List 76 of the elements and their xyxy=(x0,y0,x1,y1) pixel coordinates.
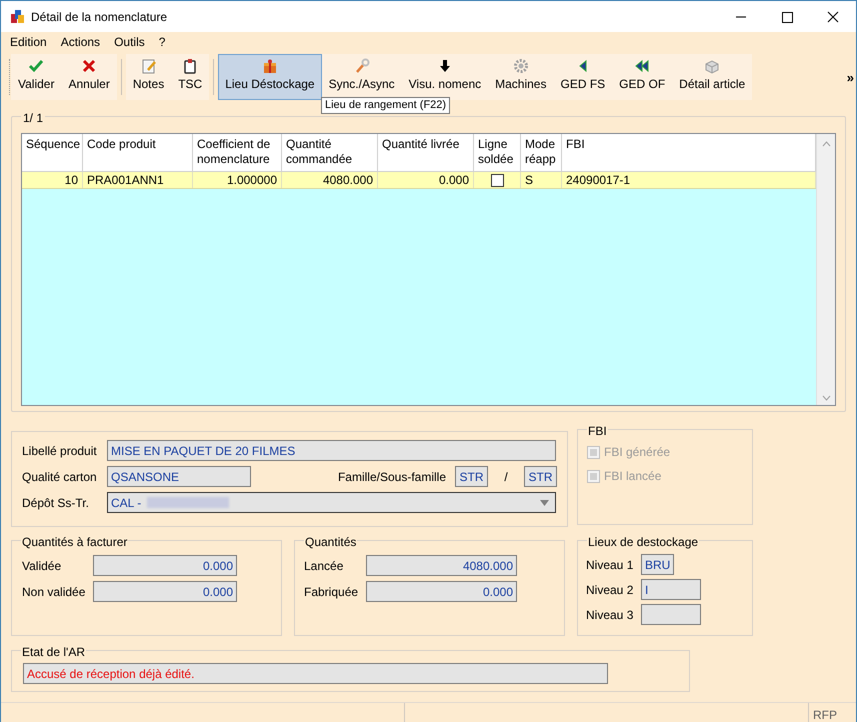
dropdown-arrow-icon xyxy=(540,500,549,506)
field-label: Fabriquée xyxy=(304,584,360,600)
input-field[interactable]: MISE EN PAQUET DE 20 FILMES xyxy=(107,440,556,461)
column-header[interactable]: Coefficient de nomenclature xyxy=(193,134,282,171)
clipboard-icon xyxy=(182,58,198,74)
column-header[interactable]: Séquence xyxy=(22,134,83,171)
app-icon xyxy=(10,9,25,24)
input-field[interactable]: I xyxy=(641,579,701,600)
column-header[interactable]: Quantité commandée xyxy=(282,134,378,171)
more-button[interactable]: » xyxy=(846,68,854,88)
toolbar-button[interactable]: Détail article xyxy=(672,54,752,100)
vertical-scrollbar[interactable] xyxy=(816,134,835,405)
toolbar-button[interactable]: Annuler xyxy=(61,54,117,100)
menu-item[interactable]: Edition xyxy=(3,33,54,51)
window-title: Détail de la nomenclature xyxy=(31,8,168,26)
menu-item[interactable]: Actions xyxy=(54,33,108,51)
checkbox[interactable] xyxy=(490,174,504,186)
field-label: Niveau 1 xyxy=(586,556,634,574)
field-label: Niveau 2 xyxy=(586,582,634,598)
toolbar-button[interactable]: GED OF xyxy=(612,54,672,100)
table-row[interactable]: 10 PRA001ANN1 1.000000 4080.000 0.000 S 24090017-1 xyxy=(22,172,816,189)
tooltip: Lieu de rangement (F22) xyxy=(321,97,450,114)
table-cell-text: PRA001ANN1 xyxy=(87,172,164,189)
toolbar-button[interactable]: Notes xyxy=(126,54,172,100)
field-label: Validée xyxy=(22,558,62,574)
scroll-up-icon[interactable] xyxy=(822,141,830,147)
checkbox-label: FBI lancée xyxy=(604,468,662,485)
field-label: Non validée xyxy=(22,584,86,600)
input-field[interactable]: QSANSONE xyxy=(107,466,251,487)
field-label: Lancée xyxy=(304,558,344,574)
table-cell-text: 1.000000 xyxy=(226,172,277,189)
menu-item[interactable]: ? xyxy=(152,33,172,51)
toolbar-button[interactable]: Sync./Async xyxy=(322,54,402,100)
input-field[interactable]: 0.000 xyxy=(366,581,517,602)
table-cell-text: 10 xyxy=(64,172,78,189)
scroll-down-icon[interactable] xyxy=(822,395,830,401)
table-cell-text: 0.000 xyxy=(438,172,469,189)
input-field[interactable]: STR xyxy=(455,466,488,487)
input-field[interactable]: 4080.000 xyxy=(366,555,517,576)
input-field[interactable]: 0.000 xyxy=(93,581,237,602)
toolbar-button[interactable]: Visu. nomenc xyxy=(402,54,488,100)
toolbar-button[interactable]: Valider xyxy=(11,54,62,100)
column-header[interactable]: Mode réapp xyxy=(521,134,562,171)
table-cell-text: 24090017-1 xyxy=(566,172,630,189)
table-cell-text: 4080.000 xyxy=(322,172,373,189)
separator-text: / xyxy=(503,468,509,486)
field-label: Qualité carton xyxy=(22,468,98,486)
toolbar-button[interactable]: GED FS xyxy=(553,54,612,100)
wrench-icon xyxy=(354,58,370,74)
notepad-icon xyxy=(140,58,157,74)
table-cell-text: S xyxy=(525,172,534,189)
field-label: Niveau 3 xyxy=(586,606,634,624)
column-header[interactable]: Quantité livrée xyxy=(378,134,474,171)
toolbar-button[interactable]: TSC xyxy=(171,54,210,100)
column-header[interactable]: Ligne soldée xyxy=(474,134,521,171)
input-field[interactable] xyxy=(641,604,701,625)
double-left-icon xyxy=(634,58,650,74)
gear-icon xyxy=(512,58,529,74)
toolbar-button[interactable]: Lieu Déstockage xyxy=(218,54,322,100)
field-label: Dépôt Ss-Tr. xyxy=(22,494,90,512)
checkbox-label: FBI générée xyxy=(604,444,670,461)
input-field[interactable]: STR xyxy=(524,466,557,487)
check-icon xyxy=(28,58,44,74)
gift-box-icon xyxy=(262,58,278,74)
menu-item[interactable]: Outils xyxy=(107,33,152,51)
status-text: RFP xyxy=(812,707,837,722)
toolbar-button[interactable]: Machines xyxy=(488,54,554,100)
column-header[interactable]: Code produit xyxy=(83,134,193,171)
input-field[interactable]: 0.000 xyxy=(93,555,237,576)
input-field[interactable]: BRU xyxy=(641,554,674,575)
close-icon xyxy=(81,58,98,74)
brick-icon xyxy=(704,58,720,74)
field-label: Libellé produit xyxy=(22,442,98,460)
dropdown[interactable]: CAL - xyxy=(107,492,556,513)
field-label: Famille/Sous-famille xyxy=(338,468,446,486)
input-field[interactable]: Accusé de réception déjà édité. xyxy=(23,663,608,684)
